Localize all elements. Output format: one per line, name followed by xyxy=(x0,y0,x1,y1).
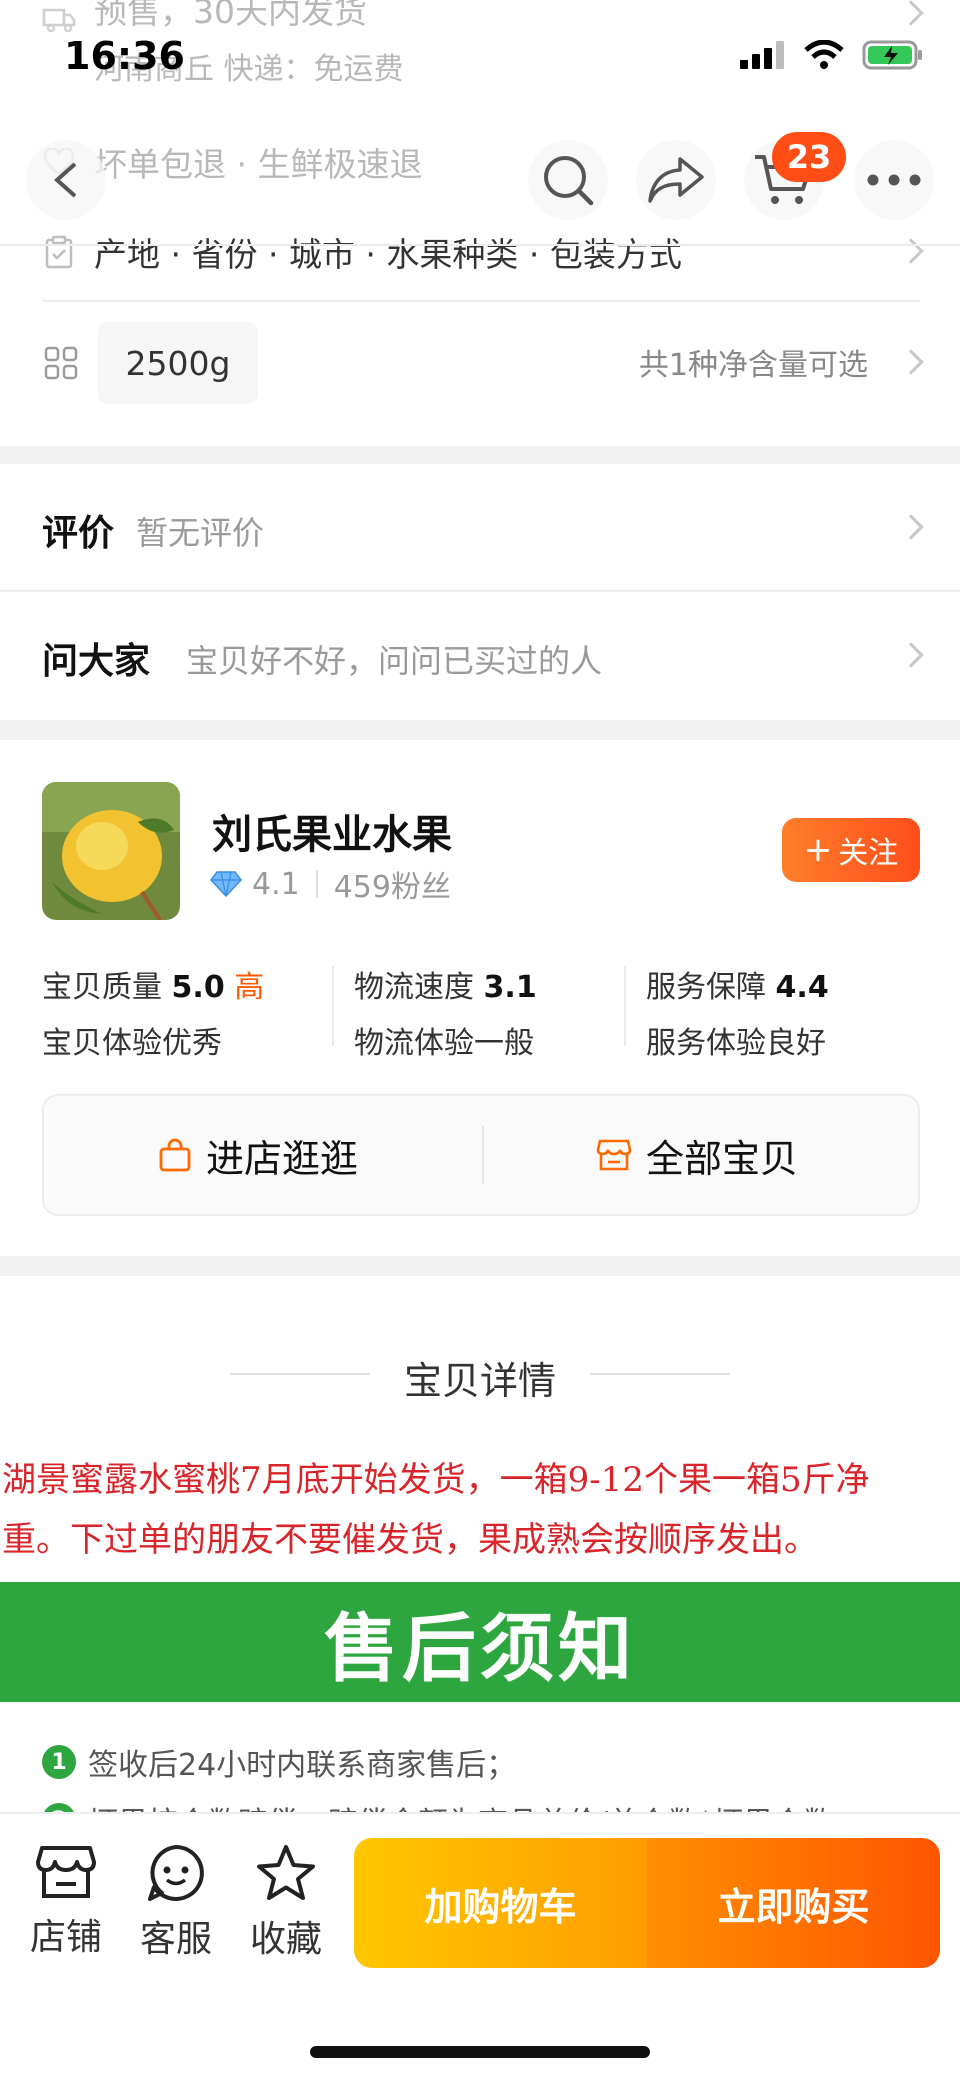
follow-label: 关注 xyxy=(838,836,899,871)
ask-subtitle: 宝贝好不好，问问已买过的人 xyxy=(186,642,603,680)
header-divider xyxy=(0,244,960,246)
score-logistics-desc: 物流体验一般 xyxy=(354,1026,534,1061)
section-gap xyxy=(0,1256,960,1276)
search-button[interactable] xyxy=(528,140,608,220)
score-value: 3.1 xyxy=(483,970,537,1005)
score-level: 高 xyxy=(234,970,265,1005)
shop-meta: 4.1 459粉丝 xyxy=(210,862,451,906)
section-gap xyxy=(0,446,960,464)
score-logistics: 物流速度 3.1 xyxy=(354,962,537,1006)
all-items-label: 全部宝贝 xyxy=(646,1136,799,1181)
after-sales-banner: 售后须知 xyxy=(0,1582,960,1702)
clipboard-icon xyxy=(42,235,76,269)
score-label: 物流速度 xyxy=(354,970,474,1005)
notice-number: 1 xyxy=(42,1745,76,1779)
shop-avatar[interactable] xyxy=(42,782,180,920)
status-bar: 16:36 xyxy=(0,0,960,120)
share-icon xyxy=(648,157,704,203)
chevron-right-icon xyxy=(898,349,924,375)
diamond-icon xyxy=(210,871,242,897)
shop-fans: 459粉丝 xyxy=(333,870,451,905)
chevron-right-icon xyxy=(898,238,924,264)
home-indicator xyxy=(310,2046,650,2058)
search-icon xyxy=(544,156,594,206)
wifi-icon xyxy=(804,40,844,69)
ask-title: 问大家 xyxy=(42,641,151,682)
score-service-desc: 服务体验良好 xyxy=(646,1026,826,1061)
after-sales-notice: 1 签收后24小时内联系商家售后； xyxy=(42,1740,516,1784)
score-label: 服务保障 xyxy=(646,970,766,1005)
service-smiley-icon xyxy=(148,1845,204,1901)
params-text: 产地 · 省份 · 城市 · 水果种类 · 包装方式 xyxy=(94,235,682,274)
divider xyxy=(42,300,920,302)
promo-line: 湖景蜜露水蜜桃7月底开始发货，一箱9-12个果一箱5斤净 xyxy=(2,1460,870,1500)
more-icon xyxy=(867,174,921,186)
shop-tab-label: 店铺 xyxy=(29,1917,102,1958)
notice-text: 签收后24小时内联系商家售后； xyxy=(88,1748,517,1783)
shop-rating: 4.1 xyxy=(252,866,300,902)
signal-icon xyxy=(740,41,784,69)
shop-name[interactable]: 刘氏果业水果 xyxy=(212,802,452,860)
score-value: 4.4 xyxy=(775,970,829,1005)
bottom-action-bar: 店铺 客服 收藏 加购物车 立即购买 xyxy=(0,1812,960,2079)
meta-separator xyxy=(315,870,318,898)
detail-promo-text: 湖景蜜露水蜜桃7月底开始发货，一箱9-12个果一箱5斤净 重。下过单的朋友不要催… xyxy=(2,1450,958,1570)
score-quality-desc: 宝贝体验优秀 xyxy=(42,1026,222,1061)
cart-count-badge: 23 xyxy=(772,132,846,182)
score-label: 宝贝质量 xyxy=(42,970,162,1005)
share-button[interactable] xyxy=(636,140,716,220)
divider xyxy=(0,590,960,592)
store-icon xyxy=(36,1846,96,1898)
score-value: 5.0 xyxy=(171,970,225,1005)
plus-icon: + xyxy=(803,830,833,870)
params-row[interactable]: 产地 · 省份 · 城市 · 水果种类 · 包装方式 xyxy=(0,226,960,278)
enter-shop-button[interactable]: 进店逛逛 xyxy=(158,1096,358,1214)
spec-count: 共1种净含量可选 xyxy=(638,348,868,383)
actions-separator xyxy=(482,1126,484,1184)
product-page: 预售，30天内发货 河南商丘 快递：免运费 坏单包退 · 生鲜极速退 产地 · … xyxy=(0,0,960,2079)
spec-chip[interactable]: 2500g xyxy=(98,322,258,404)
section-gap xyxy=(0,720,960,740)
shop-actions: 进店逛逛 全部宝贝 xyxy=(42,1094,920,1216)
chevron-right-icon xyxy=(898,642,924,668)
shop-tab[interactable]: 店铺 xyxy=(16,1844,116,1960)
back-button[interactable] xyxy=(26,140,106,220)
score-quality: 宝贝质量 5.0 高 xyxy=(42,962,264,1006)
chevron-right-icon xyxy=(898,514,924,540)
back-arrow-icon xyxy=(53,162,77,198)
customer-service-tab[interactable]: 客服 xyxy=(126,1844,226,1962)
promo-line: 重。下过单的朋友不要催发货，果成熟会按顺序发出。 xyxy=(2,1520,818,1560)
battery-icon xyxy=(862,40,922,70)
score-separator xyxy=(624,966,626,1046)
score-separator xyxy=(332,966,334,1046)
guarantee-text: 坏单包退 · 生鲜极速退 xyxy=(94,145,423,184)
status-time: 16:36 xyxy=(64,34,185,78)
buy-now-button[interactable]: 立即购买 xyxy=(647,1838,940,1968)
detail-title: 宝贝详情 xyxy=(403,1359,556,1403)
follow-button[interactable]: + 关注 xyxy=(782,818,920,882)
cta-group: 加购物车 立即购买 xyxy=(354,1838,940,1968)
all-items-button[interactable]: 全部宝贝 xyxy=(596,1096,798,1214)
customer-service-label: 客服 xyxy=(139,1919,212,1960)
shopping-bag-icon xyxy=(159,1138,191,1172)
status-icons xyxy=(740,40,924,70)
favorite-label: 收藏 xyxy=(249,1919,322,1960)
score-service: 服务保障 4.4 xyxy=(646,962,829,1006)
favorite-tab[interactable]: 收藏 xyxy=(236,1844,336,1962)
add-to-cart-button[interactable]: 加购物车 xyxy=(354,1838,647,1968)
star-icon xyxy=(257,1845,315,1900)
reviews-title: 评价 xyxy=(42,513,115,554)
store-icon xyxy=(596,1139,632,1171)
more-button[interactable] xyxy=(854,140,934,220)
reviews-subtitle: 暂无评价 xyxy=(136,514,265,552)
enter-shop-label: 进店逛逛 xyxy=(206,1136,359,1181)
detail-title-line xyxy=(590,1373,730,1375)
grid-icon xyxy=(44,346,78,380)
